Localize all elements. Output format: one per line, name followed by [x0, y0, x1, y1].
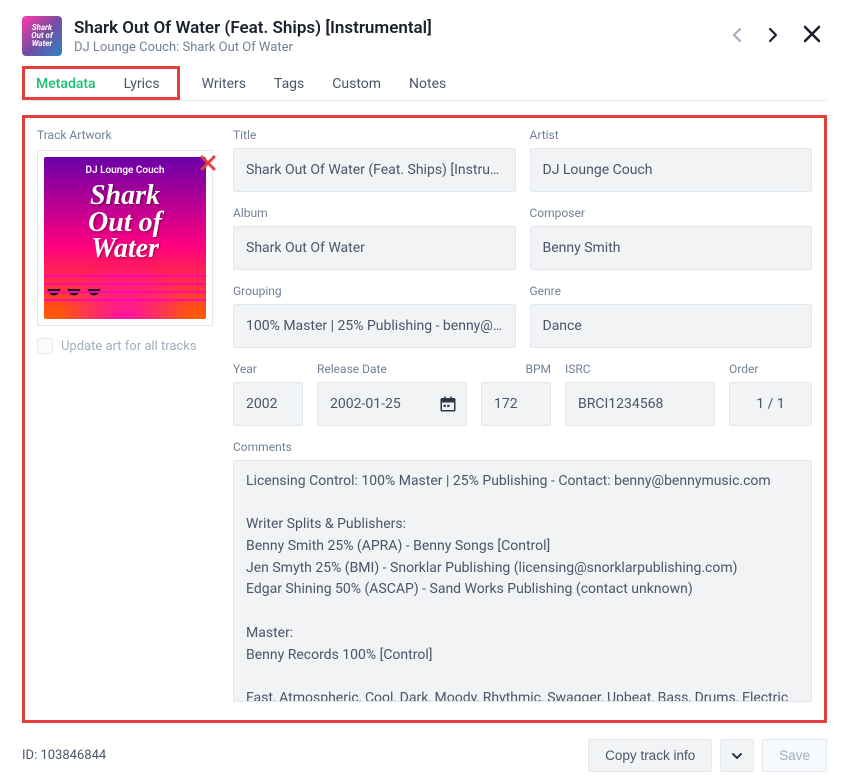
copy-track-info-button[interactable]: Copy track info	[588, 739, 712, 772]
artwork-section-label: Track Artwork	[37, 128, 215, 142]
update-art-checkbox-row[interactable]: Update art for all tracks	[37, 338, 215, 354]
comments-label: Comments	[233, 440, 812, 454]
metadata-panel: Track Artwork DJ Lounge Couch Shark Out …	[22, 115, 827, 723]
bpm-field[interactable]	[481, 382, 551, 426]
album-field[interactable]	[233, 226, 516, 270]
release-date-field[interactable]	[317, 382, 467, 426]
footer-bar: ID: 103846844 Copy track info Save	[22, 739, 827, 772]
comments-field[interactable]	[233, 460, 812, 702]
tab-custom[interactable]: Custom	[318, 70, 395, 100]
track-id-label: ID: 103846844	[22, 748, 106, 763]
chevron-right-icon	[767, 27, 779, 43]
order-label: Order	[729, 362, 812, 376]
grouping-field[interactable]	[233, 304, 516, 348]
update-art-label: Update art for all tracks	[61, 339, 197, 354]
save-button[interactable]: Save	[762, 739, 827, 772]
copy-track-info-dropdown-button[interactable]	[720, 739, 754, 772]
track-title: Shark Out Of Water (Feat. Ships) [Instru…	[74, 18, 719, 38]
track-artwork-box[interactable]: DJ Lounge Couch Shark Out of Water	[37, 150, 213, 326]
chevron-left-icon	[731, 27, 743, 43]
artist-label: Artist	[530, 128, 813, 142]
title-label: Title	[233, 128, 516, 142]
year-label: Year	[233, 362, 303, 376]
close-icon	[803, 25, 821, 43]
prev-track-button[interactable]	[731, 27, 743, 46]
artwork-main-text: Shark Out of Water	[44, 179, 206, 319]
album-label: Album	[233, 206, 516, 220]
remove-icon	[200, 155, 216, 171]
isrc-label: ISRC	[565, 362, 715, 376]
tabs-bar: Metadata Lyrics Writers Tags Custom Note…	[22, 70, 827, 101]
release-date-label: Release Date	[317, 362, 467, 376]
tab-lyrics[interactable]: Lyrics	[110, 70, 174, 100]
artist-field[interactable]	[530, 148, 813, 192]
bpm-label: BPM	[481, 362, 551, 376]
next-track-button[interactable]	[767, 27, 779, 46]
chevron-down-icon	[731, 750, 743, 762]
title-field[interactable]	[233, 148, 516, 192]
update-art-checkbox[interactable]	[37, 338, 53, 354]
composer-field[interactable]	[530, 226, 813, 270]
tab-writers[interactable]: Writers	[188, 70, 260, 100]
isrc-field[interactable]	[565, 382, 715, 426]
track-artwork-image: DJ Lounge Couch Shark Out of Water	[44, 157, 206, 319]
tab-notes[interactable]: Notes	[395, 70, 460, 100]
close-button[interactable]	[803, 24, 821, 48]
tab-metadata[interactable]: Metadata	[22, 70, 110, 100]
track-header: Shark Out of Water Shark Out Of Water (F…	[22, 16, 827, 56]
remove-artwork-button[interactable]	[200, 151, 216, 177]
track-subtitle: DJ Lounge Couch: Shark Out Of Water	[74, 40, 719, 55]
artwork-caption: DJ Lounge Couch	[44, 165, 206, 176]
grouping-label: Grouping	[233, 284, 516, 298]
genre-field[interactable]	[530, 304, 813, 348]
year-field[interactable]	[233, 382, 303, 426]
header-artwork-thumb: Shark Out of Water	[22, 16, 62, 56]
order-field[interactable]	[729, 382, 812, 426]
genre-label: Genre	[530, 284, 813, 298]
tab-tags[interactable]: Tags	[260, 70, 318, 100]
composer-label: Composer	[530, 206, 813, 220]
